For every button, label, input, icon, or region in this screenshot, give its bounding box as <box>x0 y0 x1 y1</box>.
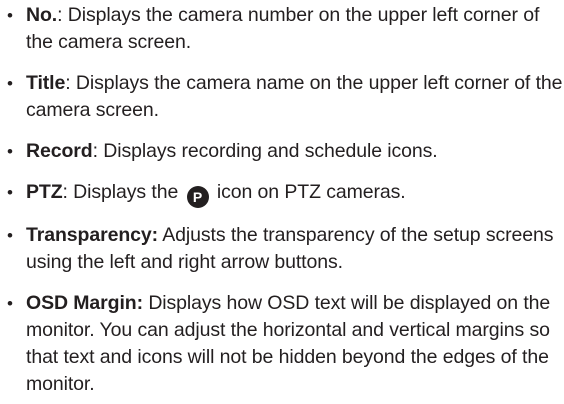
list-item-record: • Record: Displays recording and schedul… <box>6 138 564 165</box>
description-ptz-before: Displays the <box>67 181 179 203</box>
bullet: • <box>7 74 13 93</box>
list-item-ptz: • PTZ: Displays the P icon on PTZ camera… <box>6 179 564 208</box>
term-no: No. <box>26 4 58 26</box>
description-record: Displays recording and schedule icons. <box>97 140 438 162</box>
ptz-circle-icon: P <box>186 186 209 208</box>
bullet: • <box>7 6 13 25</box>
term-title: Title <box>26 72 66 94</box>
term-transparency: Transparency: <box>26 224 159 246</box>
list-item-no: • No.: Displays the camera number on the… <box>6 2 564 56</box>
osd-settings-list: • No.: Displays the camera number on the… <box>6 2 564 398</box>
bullet: • <box>7 142 13 161</box>
list-item-title: • Title: Displays the camera name on the… <box>6 70 564 124</box>
bullet: • <box>7 183 13 202</box>
list-item-osd-margin: • OSD Margin: Displays how OSD text will… <box>6 290 564 398</box>
list-item-transparency: • Transparency: Adjusts the transparency… <box>6 222 564 276</box>
term-ptz: PTZ <box>26 181 63 203</box>
description-no: Displays the camera number on the upper … <box>26 4 540 53</box>
term-record: Record <box>26 140 93 162</box>
description-ptz-after: icon on PTZ cameras. <box>211 181 406 203</box>
bullet: • <box>7 294 13 313</box>
description-title: Displays the camera name on the upper le… <box>26 72 563 121</box>
term-osd-margin: OSD Margin: <box>26 292 143 314</box>
bullet: • <box>7 226 13 245</box>
document-page: • No.: Displays the camera number on the… <box>0 0 564 404</box>
